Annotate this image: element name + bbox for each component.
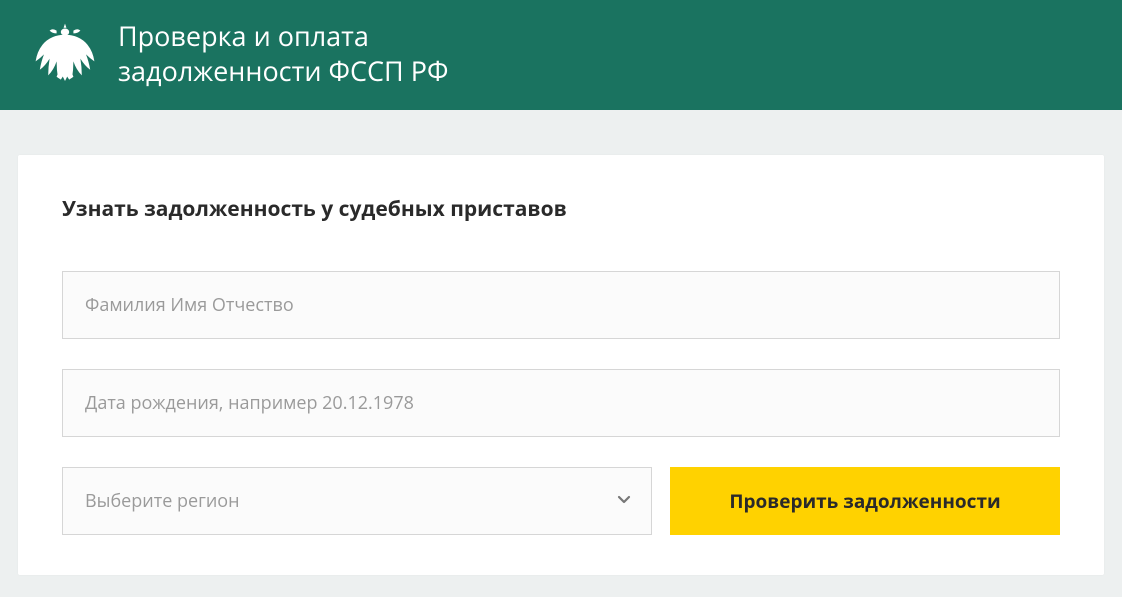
- form-row-name: [62, 271, 1060, 339]
- region-select-wrapper: Выберите регион: [62, 467, 652, 535]
- main-content: Узнать задолженность у судебных приставо…: [0, 110, 1122, 575]
- card-title: Узнать задолженность у судебных приставо…: [62, 195, 1060, 223]
- header: Проверка и оплата задолженности ФССП РФ: [0, 0, 1122, 110]
- header-title: Проверка и оплата задолженности ФССП РФ: [118, 18, 448, 88]
- header-title-line1: Проверка и оплата: [118, 17, 369, 54]
- search-card: Узнать задолженность у судебных приставо…: [18, 155, 1104, 575]
- fssp-eagle-logo-icon: [30, 18, 100, 88]
- check-debts-button[interactable]: Проверить задолженности: [670, 467, 1060, 535]
- dob-input[interactable]: [62, 369, 1060, 437]
- form-row-dob: [62, 369, 1060, 437]
- region-select[interactable]: Выберите регион: [62, 467, 652, 535]
- form-row-region-submit: Выберите регион Проверить задолженности: [62, 467, 1060, 535]
- header-title-line2: задолженности ФССП РФ: [118, 52, 448, 89]
- full-name-input[interactable]: [62, 271, 1060, 339]
